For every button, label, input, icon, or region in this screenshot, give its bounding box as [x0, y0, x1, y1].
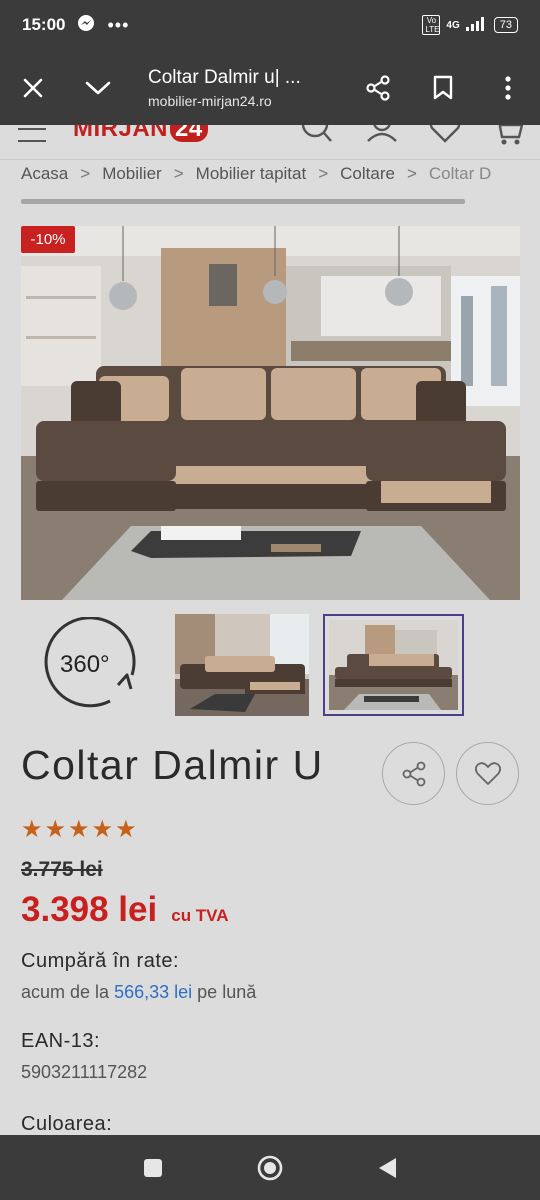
hamburger-menu-icon[interactable] [18, 127, 46, 145]
product-title: Coltar Dalmir U [21, 742, 324, 788]
breadcrumb-separator: > [173, 164, 184, 183]
account-icon[interactable] [365, 125, 399, 145]
status-time: 15:00 [22, 15, 66, 34]
installments-amount-link[interactable]: 566,33 lei [114, 982, 192, 1002]
page-url: mobilier-mirjan24.ro [148, 92, 272, 109]
breadcrumb: Acasa > Mobilier > Mobilier tapitat > Co… [21, 162, 540, 186]
more-notifications-icon: ••• [107, 14, 130, 35]
home-icon[interactable] [256, 1154, 284, 1182]
share-page-button[interactable] [345, 50, 410, 125]
thumbnail-1[interactable] [175, 614, 309, 716]
share-product-button[interactable] [382, 742, 445, 805]
breadcrumb-item-current: Coltar D [428, 164, 492, 183]
vat-label: cu TVA [171, 906, 229, 925]
breadcrumb-separator: > [406, 164, 417, 183]
close-tab-button[interactable] [0, 50, 65, 125]
ean-value: 5903211117282 [21, 1062, 148, 1082]
messenger-icon [77, 14, 95, 37]
breadcrumb-item-home[interactable]: Acasa [21, 164, 68, 184]
site-logo[interactable]: MIRJAN 24 [73, 125, 208, 143]
product-main-image[interactable] [21, 226, 520, 600]
volte-icon: Vo LTE [422, 15, 441, 35]
logo-text: MIRJAN [73, 125, 169, 142]
network-type: 4G [446, 19, 460, 31]
thumbnail-2-selected[interactable] [323, 614, 464, 716]
share-icon [365, 74, 390, 101]
cart-icon[interactable] [492, 125, 526, 147]
breadcrumb-item-coltare[interactable]: Coltare [340, 164, 395, 184]
browser-toolbar: Coltar Dalmir u| ... mobilier-mirjan24.r… [0, 50, 540, 125]
bookmark-icon [433, 75, 452, 99]
bookmark-button[interactable] [410, 50, 475, 125]
page-title: Coltar Dalmir u| ... [148, 66, 301, 88]
recent-apps-icon[interactable] [142, 1157, 164, 1179]
color-label: Culoarea: [21, 1113, 113, 1135]
discount-badge: -10% [21, 226, 75, 253]
more-vertical-icon [504, 75, 511, 100]
current-price: 3.398 lei [21, 890, 158, 929]
wishlist-icon[interactable] [428, 125, 462, 145]
tab-title-area[interactable]: Coltar Dalmir u| ... mobilier-mirjan24.r… [130, 67, 345, 109]
view-360-label: 360° [60, 651, 110, 678]
site-header: MIRJAN 24 [0, 125, 540, 160]
breadcrumb-item-mobilier[interactable]: Mobilier [102, 164, 162, 184]
ean-label: EAN-13: [21, 1030, 101, 1052]
current-price-row: 3.398 lei cu TVA [21, 890, 229, 930]
status-bar: 15:00 ••• Vo LTE 4G 73 [0, 0, 540, 50]
breadcrumb-separator: > [318, 164, 329, 183]
battery-indicator: 73 [493, 17, 518, 33]
back-icon[interactable] [376, 1156, 398, 1180]
logo-number: 24 [170, 125, 208, 142]
chevron-down-icon [85, 81, 110, 94]
breadcrumb-item-mobilier-tapitat[interactable]: Mobilier tapitat [196, 164, 307, 184]
heart-icon [474, 761, 501, 785]
minimize-tab-button[interactable] [65, 50, 130, 125]
overflow-menu-button[interactable] [475, 50, 540, 125]
installments-label: Cumpără în rate: [21, 950, 180, 972]
search-icon[interactable] [300, 125, 334, 145]
breadcrumb-scrollbar[interactable] [21, 199, 465, 204]
signal-icon [465, 16, 488, 34]
old-price: 3.775 lei [21, 858, 103, 881]
installments-suffix: pe lună [197, 982, 257, 1002]
add-to-wishlist-button[interactable] [456, 742, 519, 805]
close-icon [23, 78, 42, 97]
view-360-button[interactable]: 360° [40, 616, 140, 713]
system-navigation-bar [0, 1135, 540, 1200]
rating-stars[interactable]: ★★★★★ [21, 815, 139, 844]
installments-info: acum de la 566,33 lei pe lună [21, 982, 256, 1003]
installments-prefix: acum de la [21, 982, 110, 1002]
share-icon [402, 761, 425, 786]
breadcrumb-separator: > [80, 164, 91, 183]
